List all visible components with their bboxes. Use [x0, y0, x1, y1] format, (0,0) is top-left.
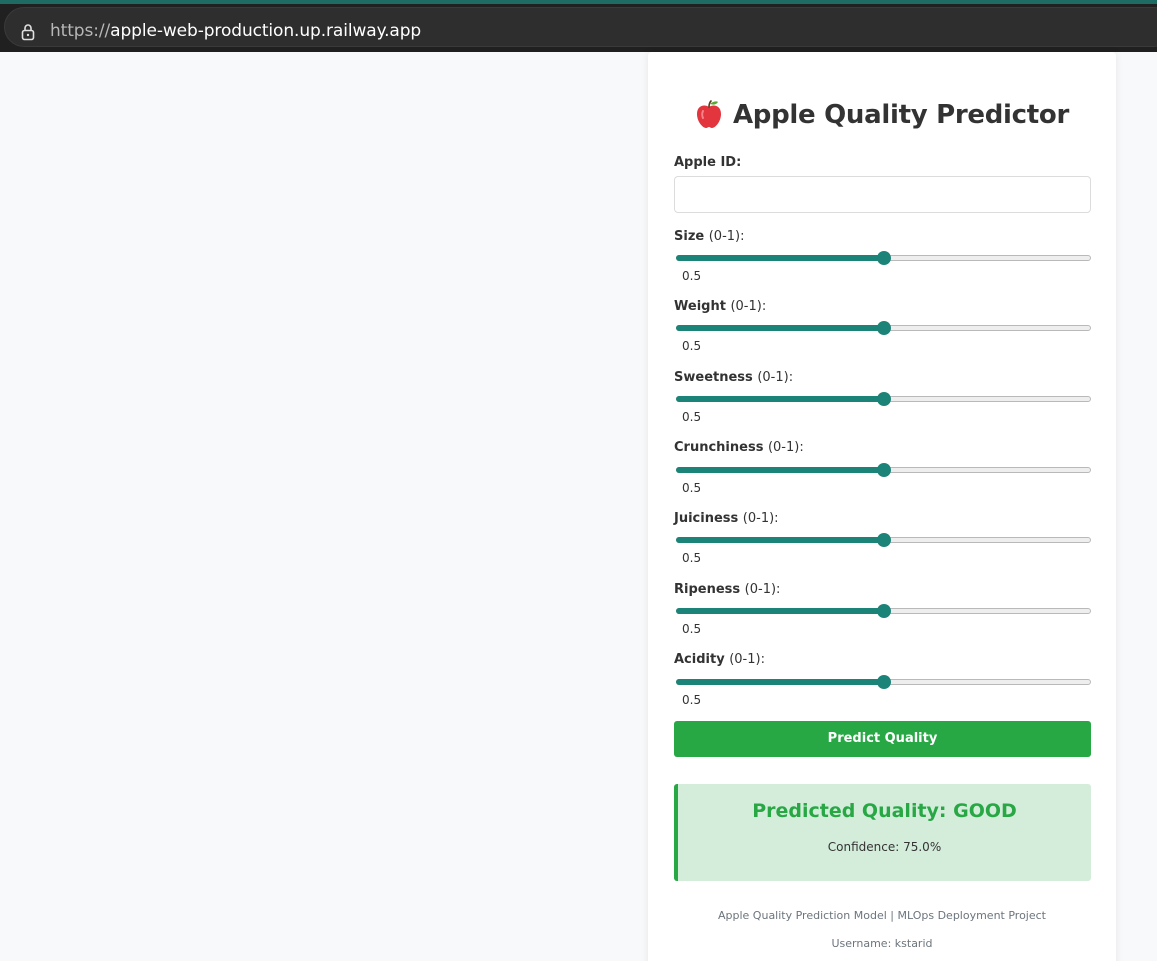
address-bar[interactable]: https://apple-web-production.up.railway.…: [4, 7, 1157, 47]
page-title: Apple Quality Predictor: [648, 99, 1116, 130]
page-title-text: Apple Quality Predictor: [732, 100, 1069, 130]
juiciness-label: Juiciness (0-1):: [674, 511, 779, 526]
browser-toolbar: https://apple-web-production.up.railway.…: [0, 4, 1157, 52]
predict-quality-button[interactable]: Predict Quality: [674, 721, 1091, 757]
apple-icon: [696, 99, 721, 128]
sweetness-label: Sweetness (0-1):: [674, 370, 794, 385]
acidity-label: Acidity (0-1):: [674, 652, 765, 667]
juiciness-value: 0.5: [682, 551, 702, 565]
slider-thumb[interactable]: [876, 392, 891, 406]
apple-id-label: Apple ID:: [674, 155, 742, 170]
footer-username-text: Username: kstarid: [831, 937, 933, 950]
predictor-card: Apple Quality Predictor Apple ID: Size (…: [648, 52, 1116, 961]
confidence-text: Confidence: 75.0%: [827, 840, 942, 854]
slider-thumb[interactable]: [876, 604, 891, 618]
slider-thumb[interactable]: [876, 675, 891, 689]
apple-id-input[interactable]: [674, 176, 1091, 213]
lock-icon[interactable]: [21, 23, 35, 41]
sweetness-value: 0.5: [682, 410, 702, 424]
weight-slider[interactable]: [676, 321, 1091, 335]
result-panel: Predicted Quality: GOOD Confidence: 75.0…: [674, 784, 1091, 881]
ripeness-slider[interactable]: [676, 604, 1091, 618]
url-text[interactable]: https://apple-web-production.up.railway.…: [50, 21, 421, 41]
size-value: 0.5: [682, 269, 702, 283]
url-scheme: https://: [50, 21, 111, 41]
ripeness-value: 0.5: [682, 622, 702, 636]
footer-project-text: Apple Quality Prediction Model | MLOps D…: [718, 909, 1046, 922]
url-host: apple-web-production.up.railway.app: [110, 21, 422, 41]
crunchiness-slider[interactable]: [676, 463, 1091, 477]
crunchiness-value: 0.5: [682, 481, 702, 495]
juiciness-slider[interactable]: [676, 533, 1091, 547]
slider-thumb[interactable]: [876, 251, 891, 265]
slider-thumb[interactable]: [876, 463, 891, 477]
slider-thumb[interactable]: [876, 321, 891, 335]
crunchiness-label: Crunchiness (0-1):: [674, 440, 804, 455]
slider-thumb[interactable]: [876, 533, 891, 547]
size-label: Size (0-1):: [674, 229, 745, 244]
sweetness-slider[interactable]: [676, 392, 1091, 406]
weight-label: Weight (0-1):: [674, 299, 767, 314]
acidity-slider[interactable]: [676, 675, 1091, 689]
weight-value: 0.5: [682, 339, 702, 353]
predicted-quality-text: Predicted Quality: GOOD: [752, 800, 1017, 822]
acidity-value: 0.5: [682, 693, 702, 707]
size-slider[interactable]: [676, 251, 1091, 265]
ripeness-label: Ripeness (0-1):: [674, 582, 781, 597]
